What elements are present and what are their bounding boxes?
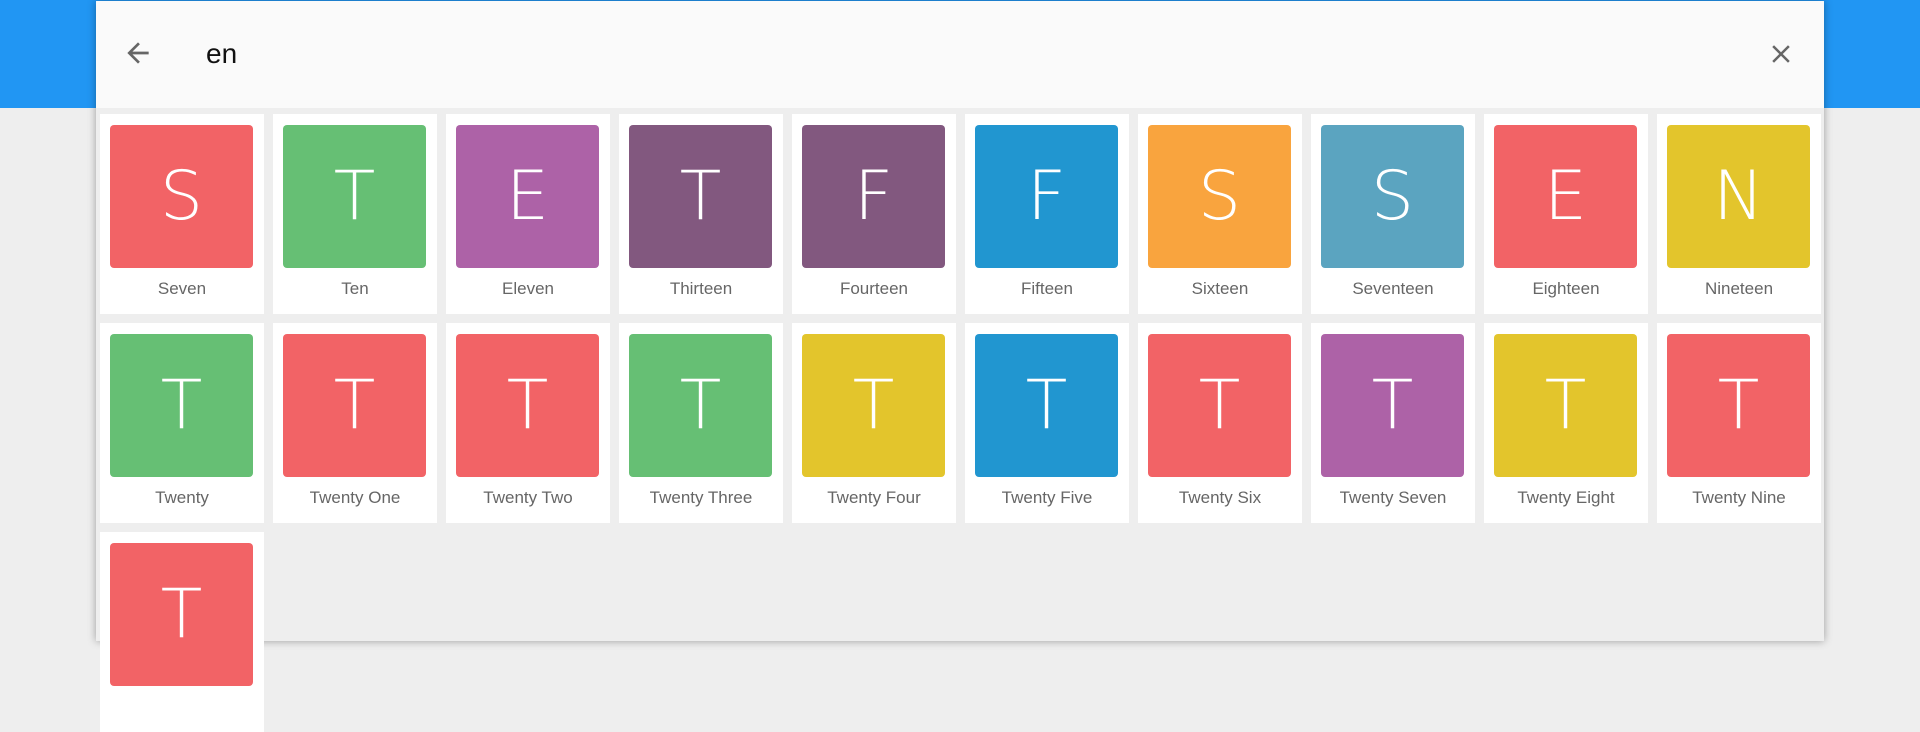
result-label: Fourteen (839, 279, 909, 298)
letter-tile: T (110, 543, 253, 686)
result-card[interactable]: T Twenty (100, 323, 264, 523)
result-card[interactable]: S Seven (100, 114, 264, 314)
result-card[interactable]: S Seventeen (1311, 114, 1475, 314)
result-label: Sixteen (1191, 279, 1249, 298)
close-icon[interactable] (1766, 39, 1796, 69)
letter-tile: S (1148, 125, 1291, 268)
result-card[interactable]: S Sixteen (1138, 114, 1302, 314)
result-label: Twenty Two (483, 488, 573, 507)
search-panel: S Seven T Ten E Eleven T Thirteen F Fourteen F Fift… (96, 1, 1824, 732)
letter-tile: T (802, 334, 945, 477)
result-card[interactable]: T Ten (273, 114, 437, 314)
letter-tile: T (110, 334, 253, 477)
result-card[interactable]: T Twenty Seven (1311, 323, 1475, 523)
result-card[interactable]: T Twenty Four (792, 323, 956, 523)
result-label: Eighteen (1532, 279, 1600, 298)
result-label: Fifteen (1021, 279, 1073, 298)
result-label: Nineteen (1704, 279, 1774, 298)
result-label: Seven (157, 279, 207, 298)
letter-tile: T (456, 334, 599, 477)
result-card[interactable]: E Eighteen (1484, 114, 1648, 314)
letter-tile: T (1148, 334, 1291, 477)
result-label: Twenty Five (1001, 488, 1093, 507)
result-label: Ten (341, 279, 369, 298)
result-card[interactable]: F Fourteen (792, 114, 956, 314)
letter-tile: T (283, 334, 426, 477)
result-card[interactable]: T Twenty One (273, 323, 437, 523)
result-label: Seventeen (1352, 279, 1434, 298)
arrow-left-icon[interactable] (122, 37, 154, 69)
result-label: Eleven (502, 279, 554, 298)
result-label: Twenty One (309, 488, 401, 507)
result-card[interactable]: T Twenty Six (1138, 323, 1302, 523)
result-card[interactable]: T Twenty Two (446, 323, 610, 523)
letter-tile: F (802, 125, 945, 268)
result-label: Twenty Seven (1339, 488, 1447, 507)
letter-tile: T (1321, 334, 1464, 477)
result-label: Twenty Six (1178, 488, 1262, 507)
result-card[interactable]: T Twenty Eight (1484, 323, 1648, 523)
result-label: Twenty Four (827, 488, 921, 507)
result-card[interactable]: T Thirteen (619, 114, 783, 314)
result-card[interactable]: T Twenty Nine (1657, 323, 1821, 523)
search-input[interactable] (204, 37, 1608, 71)
results-grid: S Seven T Ten E Eleven T Thirteen F Fourteen F Fift… (100, 114, 1821, 732)
result-card[interactable]: N Nineteen (1657, 114, 1821, 314)
letter-tile: E (1494, 125, 1637, 268)
result-card[interactable]: T (100, 532, 264, 732)
search-bar (96, 1, 1824, 108)
letter-tile: S (110, 125, 253, 268)
letter-tile: S (1321, 125, 1464, 268)
letter-tile: T (975, 334, 1118, 477)
letter-tile: N (1667, 125, 1810, 268)
result-card[interactable]: E Eleven (446, 114, 610, 314)
result-label: Twenty Nine (1692, 488, 1786, 507)
result-card[interactable]: F Fifteen (965, 114, 1129, 314)
letter-tile: T (629, 125, 772, 268)
letter-tile: E (456, 125, 599, 268)
result-label: Thirteen (669, 279, 733, 298)
letter-tile: T (1494, 334, 1637, 477)
result-card[interactable]: T Twenty Five (965, 323, 1129, 523)
result-label: Twenty Eight (1517, 488, 1615, 507)
result-label: Twenty Three (649, 488, 753, 507)
result-label: Twenty (155, 488, 209, 507)
letter-tile: F (975, 125, 1118, 268)
result-card[interactable]: T Twenty Three (619, 323, 783, 523)
letter-tile: T (629, 334, 772, 477)
letter-tile: T (1667, 334, 1810, 477)
letter-tile: T (283, 125, 426, 268)
